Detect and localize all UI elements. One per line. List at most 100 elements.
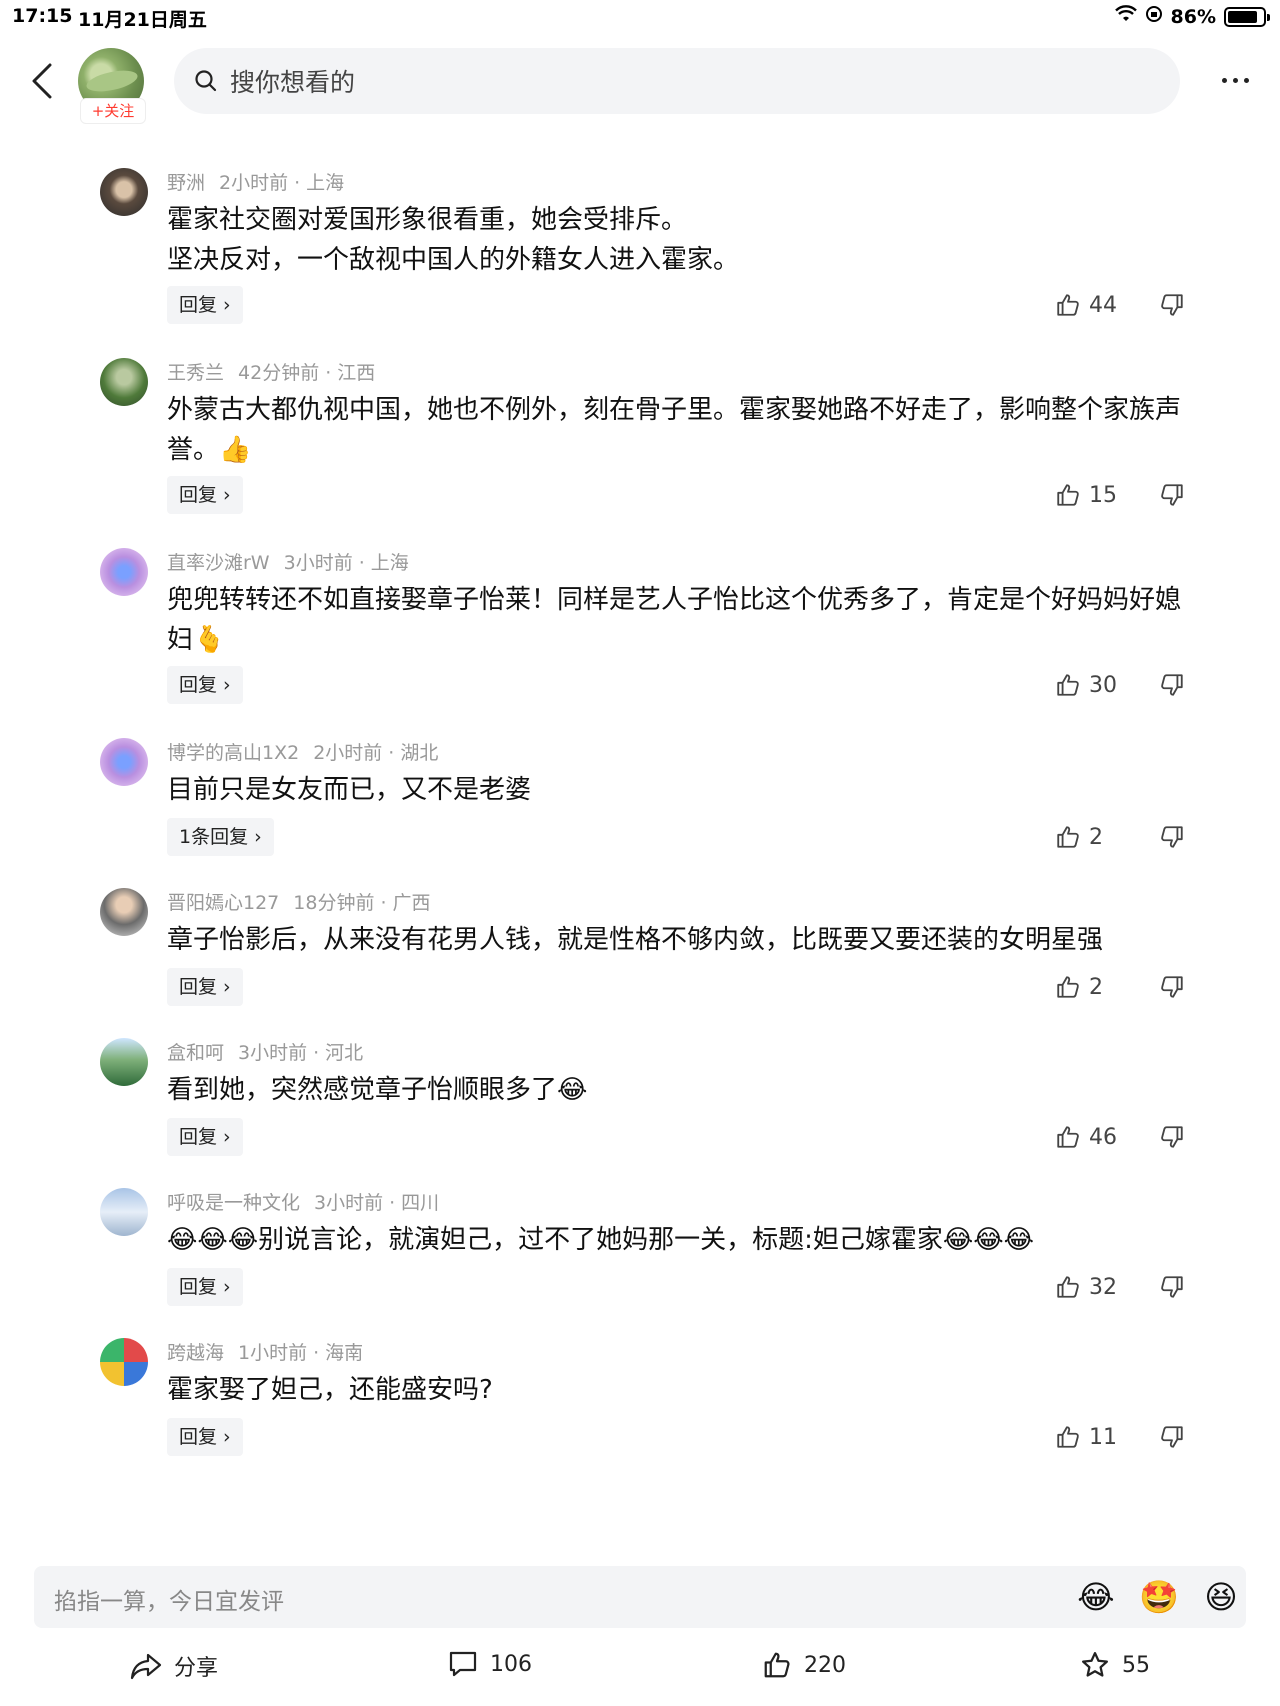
comments-button[interactable]: 106: [448, 1650, 532, 1678]
comment-location: 上海: [370, 552, 409, 574]
reply-label: 回复: [179, 294, 218, 316]
comment-dislike-button[interactable]: [1155, 666, 1189, 704]
chevron-right-icon: ›: [223, 976, 231, 998]
emoji-laugh-cry-button[interactable]: 😂: [1077, 1578, 1115, 1616]
comment-location: 湖北: [400, 742, 439, 764]
status-date: 11月21日周五: [78, 9, 207, 31]
commenter-name[interactable]: 跨越海: [167, 1342, 224, 1364]
chevron-right-icon: ›: [223, 1426, 231, 1448]
reply-button[interactable]: 回复 ›: [167, 666, 243, 704]
commenter-avatar[interactable]: [100, 548, 148, 596]
comment-like-count: 2: [1089, 974, 1103, 1000]
comment-dislike-button[interactable]: [1155, 1268, 1189, 1306]
reply-label: 回复: [179, 1126, 218, 1148]
comment-like-button[interactable]: 2: [1055, 818, 1103, 856]
thumbs-up-icon: [1057, 1426, 1079, 1448]
dot-icon: [1221, 77, 1227, 83]
emoji-star-eyes-button[interactable]: 🤩: [1139, 1578, 1179, 1616]
share-button[interactable]: 分享: [130, 1650, 218, 1682]
reply-button[interactable]: 回复 ›: [167, 1418, 243, 1456]
commenter-avatar[interactable]: [100, 888, 148, 936]
comment-dislike-button[interactable]: [1155, 1418, 1189, 1456]
chevron-right-icon: ›: [254, 826, 262, 848]
comment-like-count: 32: [1089, 1274, 1117, 1300]
reply-button[interactable]: 回复 ›: [167, 968, 243, 1006]
commenter-name[interactable]: 野洲: [167, 172, 205, 194]
reply-label: 回复: [179, 976, 218, 998]
comment-time: 18分钟前: [293, 892, 375, 914]
reply-button[interactable]: 回复 ›: [167, 286, 243, 324]
orientation-lock-icon: [1145, 5, 1163, 28]
back-button[interactable]: [22, 58, 62, 104]
commenter-avatar[interactable]: [100, 1188, 148, 1236]
likes-count: 220: [804, 1652, 846, 1678]
comment-dislike-button[interactable]: [1155, 968, 1189, 1006]
meta-separator: ·: [388, 742, 395, 764]
commenter-avatar[interactable]: [100, 738, 148, 786]
thumbs-down-icon: [1161, 674, 1183, 696]
comment-like-button[interactable]: 15: [1055, 476, 1117, 514]
comment-dislike-button[interactable]: [1155, 286, 1189, 324]
reply-button[interactable]: 回复 ›: [167, 476, 243, 514]
comment-dislike-button[interactable]: [1155, 476, 1189, 514]
commenter-name[interactable]: 盒和呵: [167, 1042, 224, 1064]
comment-dislike-button[interactable]: [1155, 818, 1189, 856]
commenter-name[interactable]: 王秀兰: [167, 362, 224, 384]
comment-like-button[interactable]: 44: [1055, 286, 1117, 324]
reply-button[interactable]: 回复 ›: [167, 1268, 243, 1306]
favorites-count: 55: [1122, 1652, 1150, 1678]
chevron-right-icon: ›: [223, 674, 231, 696]
reply-button[interactable]: 1条回复 ›: [167, 818, 274, 856]
comment-time: 2小时前: [219, 172, 289, 194]
thumbs-up-icon: [1057, 1276, 1079, 1298]
chevron-right-icon: ›: [223, 484, 231, 506]
action-bar: 分享 106 220 55: [0, 1640, 1280, 1700]
comment-text: 兜兜转转还不如直接娶章子怡莱！同样是艺人子怡比这个优秀多了，肯定是个好妈妈好媳妇…: [167, 585, 1182, 655]
comment-meta: 晋阳嫣心127 18分钟前 · 广西: [167, 888, 431, 915]
commenter-avatar[interactable]: [100, 1038, 148, 1086]
thumbs-down-icon: [1161, 294, 1183, 316]
chevron-right-icon: ›: [223, 1126, 231, 1148]
like-post-button[interactable]: 220: [762, 1650, 846, 1680]
comment-meta: 直率沙滩rW 3小时前 · 上海: [167, 548, 409, 575]
commenter-name[interactable]: 直率沙滩rW: [167, 552, 270, 574]
comment-like-button[interactable]: 30: [1055, 666, 1117, 704]
author-avatar-group[interactable]: +关注: [78, 48, 148, 126]
follow-button[interactable]: +关注: [80, 98, 146, 124]
commenter-avatar[interactable]: [100, 168, 148, 216]
commenter-name[interactable]: 呼吸是一种文化: [167, 1192, 300, 1214]
meta-separator: ·: [380, 892, 387, 914]
thumbs-up-icon: [1057, 674, 1079, 696]
comment-input[interactable]: 掐指一算，今日宜发评 😂 🤩 😆: [34, 1566, 1246, 1628]
favorite-button[interactable]: 55: [1080, 1650, 1150, 1680]
comment-text: 章子怡影后，从来没有花男人钱，就是性格不够内敛，比既要又要还装的女明星强: [167, 925, 1104, 955]
comment-time: 3小时前: [314, 1192, 384, 1214]
status-right: 86%: [1114, 5, 1270, 28]
comment-meta: 盒和呵 3小时前 · 河北: [167, 1038, 363, 1065]
comment-icon: [449, 1651, 477, 1677]
commenter-name[interactable]: 晋阳嫣心127: [167, 892, 279, 914]
comment-like-button[interactable]: 46: [1055, 1118, 1117, 1156]
meta-separator: ·: [313, 1342, 320, 1364]
comment-text: 霍家社交圈对爱国形象很看重，她会受排斥。 坚决反对，一个敌视中国人的外籍女人进入…: [167, 205, 740, 275]
comment-dislike-button[interactable]: [1155, 1118, 1189, 1156]
comment-like-button[interactable]: 11: [1055, 1418, 1117, 1456]
thumbs-up-icon: [764, 1652, 790, 1678]
thumbs-down-icon: [1161, 1426, 1183, 1448]
commenter-name[interactable]: 博学的高山1X2: [167, 742, 299, 764]
search-input[interactable]: 搜你想看的: [174, 48, 1180, 114]
comment-like-button[interactable]: 2: [1055, 968, 1103, 1006]
thumbs-down-icon: [1161, 1276, 1183, 1298]
battery-percent: 86%: [1170, 5, 1216, 28]
commenter-avatar[interactable]: [100, 358, 148, 406]
comment-time: 2小时前: [313, 742, 383, 764]
more-options-button[interactable]: [1210, 60, 1260, 100]
thumbs-down-icon: [1161, 976, 1183, 998]
comment-like-button[interactable]: 32: [1055, 1268, 1117, 1306]
emoji-grin-button[interactable]: 😆: [1202, 1578, 1240, 1616]
reply-button[interactable]: 回复 ›: [167, 1118, 243, 1156]
chevron-left-icon: [32, 63, 52, 99]
commenter-avatar[interactable]: [100, 1338, 148, 1386]
search-placeholder: 搜你想看的: [230, 68, 356, 97]
comment-location: 海南: [325, 1342, 364, 1364]
